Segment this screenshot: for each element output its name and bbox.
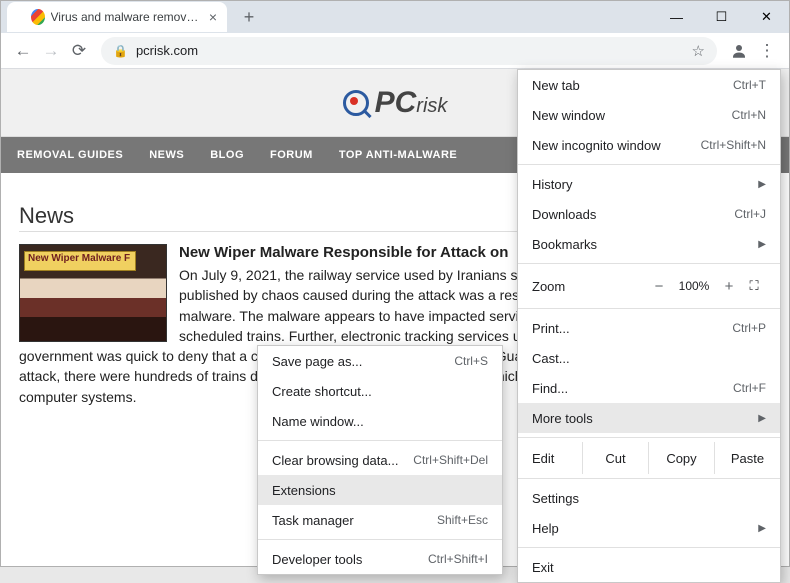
menu-zoom: Zoom − 100% + ⛶ bbox=[518, 268, 780, 304]
close-tab-icon[interactable]: × bbox=[209, 9, 217, 25]
toolbar: ← → ⟳ 🔒 pcrisk.com ☆ ⋮ bbox=[1, 33, 789, 69]
submenu-create-shortcut[interactable]: Create shortcut... bbox=[258, 376, 502, 406]
menu-separator bbox=[258, 440, 502, 441]
titlebar: Virus and malware removal instru × + — ☐… bbox=[1, 1, 789, 33]
forward-button: → bbox=[37, 37, 65, 65]
minimize-button[interactable]: — bbox=[654, 1, 699, 33]
article-thumbnail[interactable]: New Wiper Malware F bbox=[19, 244, 167, 342]
chevron-right-icon: ▶ bbox=[758, 179, 766, 190]
submenu-clear-data[interactable]: Clear browsing data...Ctrl+Shift+Del bbox=[258, 445, 502, 475]
menu-help[interactable]: Help▶ bbox=[518, 513, 780, 543]
submenu-task-manager[interactable]: Task managerShift+Esc bbox=[258, 505, 502, 535]
nav-news[interactable]: NEWS bbox=[149, 149, 184, 161]
menu-more-tools[interactable]: More tools▶ bbox=[518, 403, 780, 433]
bookmark-star-icon[interactable]: ☆ bbox=[692, 42, 705, 60]
menu-settings[interactable]: Settings bbox=[518, 483, 780, 513]
submenu-extensions[interactable]: Extensions bbox=[258, 475, 502, 505]
zoom-value: 100% bbox=[672, 279, 716, 293]
zoom-in-button[interactable]: + bbox=[716, 278, 742, 295]
url-text: pcrisk.com bbox=[136, 43, 692, 58]
menu-separator bbox=[518, 164, 780, 165]
menu-print[interactable]: Print...Ctrl+P bbox=[518, 313, 780, 343]
site-logo[interactable]: PCrisk bbox=[343, 86, 448, 120]
menu-separator bbox=[518, 478, 780, 479]
browser-window: Virus and malware removal instru × + — ☐… bbox=[0, 0, 790, 567]
chrome-menu: New tabCtrl+T New windowCtrl+N New incog… bbox=[517, 69, 781, 583]
more-tools-submenu: Save page as...Ctrl+S Create shortcut...… bbox=[257, 345, 503, 575]
nav-removal-guides[interactable]: REMOVAL GUIDES bbox=[17, 149, 123, 161]
zoom-out-button[interactable]: − bbox=[646, 278, 672, 295]
menu-find[interactable]: Find...Ctrl+F bbox=[518, 373, 780, 403]
window-controls: — ☐ ✕ bbox=[654, 1, 789, 33]
browser-tab[interactable]: Virus and malware removal instru × bbox=[7, 2, 227, 32]
favicon-icon bbox=[31, 9, 45, 25]
kebab-menu-button[interactable]: ⋮ bbox=[753, 37, 781, 65]
nav-forum[interactable]: FORUM bbox=[270, 149, 313, 161]
menu-separator bbox=[518, 547, 780, 548]
menu-paste[interactable]: Paste bbox=[714, 442, 780, 474]
submenu-dev-tools[interactable]: Developer toolsCtrl+Shift+I bbox=[258, 544, 502, 574]
chevron-right-icon: ▶ bbox=[758, 413, 766, 424]
reload-button[interactable]: ⟳ bbox=[65, 37, 93, 65]
menu-edit-row: Edit Cut Copy Paste bbox=[518, 442, 780, 474]
menu-cut[interactable]: Cut bbox=[582, 442, 648, 474]
address-bar[interactable]: 🔒 pcrisk.com ☆ bbox=[101, 37, 717, 65]
magnifier-icon bbox=[343, 90, 369, 116]
menu-cast[interactable]: Cast... bbox=[518, 343, 780, 373]
menu-bookmarks[interactable]: Bookmarks▶ bbox=[518, 229, 780, 259]
lock-icon: 🔒 bbox=[113, 44, 128, 58]
nav-blog[interactable]: BLOG bbox=[210, 149, 244, 161]
fullscreen-icon[interactable]: ⛶ bbox=[742, 278, 766, 294]
maximize-button[interactable]: ☐ bbox=[699, 1, 744, 33]
tab-title: Virus and malware removal instru bbox=[51, 10, 201, 24]
submenu-name-window[interactable]: Name window... bbox=[258, 406, 502, 436]
submenu-save-page[interactable]: Save page as...Ctrl+S bbox=[258, 346, 502, 376]
close-window-button[interactable]: ✕ bbox=[744, 1, 789, 33]
menu-separator bbox=[258, 539, 502, 540]
logo-text: PCrisk bbox=[375, 86, 448, 120]
thumbnail-label: New Wiper Malware F bbox=[28, 253, 130, 264]
menu-downloads[interactable]: DownloadsCtrl+J bbox=[518, 199, 780, 229]
chevron-right-icon: ▶ bbox=[758, 239, 766, 250]
menu-separator bbox=[518, 437, 780, 438]
menu-exit[interactable]: Exit bbox=[518, 552, 780, 582]
new-tab-button[interactable]: + bbox=[237, 7, 261, 28]
back-button[interactable]: ← bbox=[9, 37, 37, 65]
nav-top-anti-malware[interactable]: TOP ANTI-MALWARE bbox=[339, 149, 457, 161]
menu-incognito[interactable]: New incognito windowCtrl+Shift+N bbox=[518, 130, 780, 160]
chevron-right-icon: ▶ bbox=[758, 523, 766, 534]
menu-separator bbox=[518, 263, 780, 264]
menu-edit-label: Edit bbox=[518, 442, 582, 474]
menu-history[interactable]: History▶ bbox=[518, 169, 780, 199]
menu-separator bbox=[518, 308, 780, 309]
menu-new-window[interactable]: New windowCtrl+N bbox=[518, 100, 780, 130]
menu-copy[interactable]: Copy bbox=[648, 442, 714, 474]
profile-icon[interactable] bbox=[725, 37, 753, 65]
menu-new-tab[interactable]: New tabCtrl+T bbox=[518, 70, 780, 100]
